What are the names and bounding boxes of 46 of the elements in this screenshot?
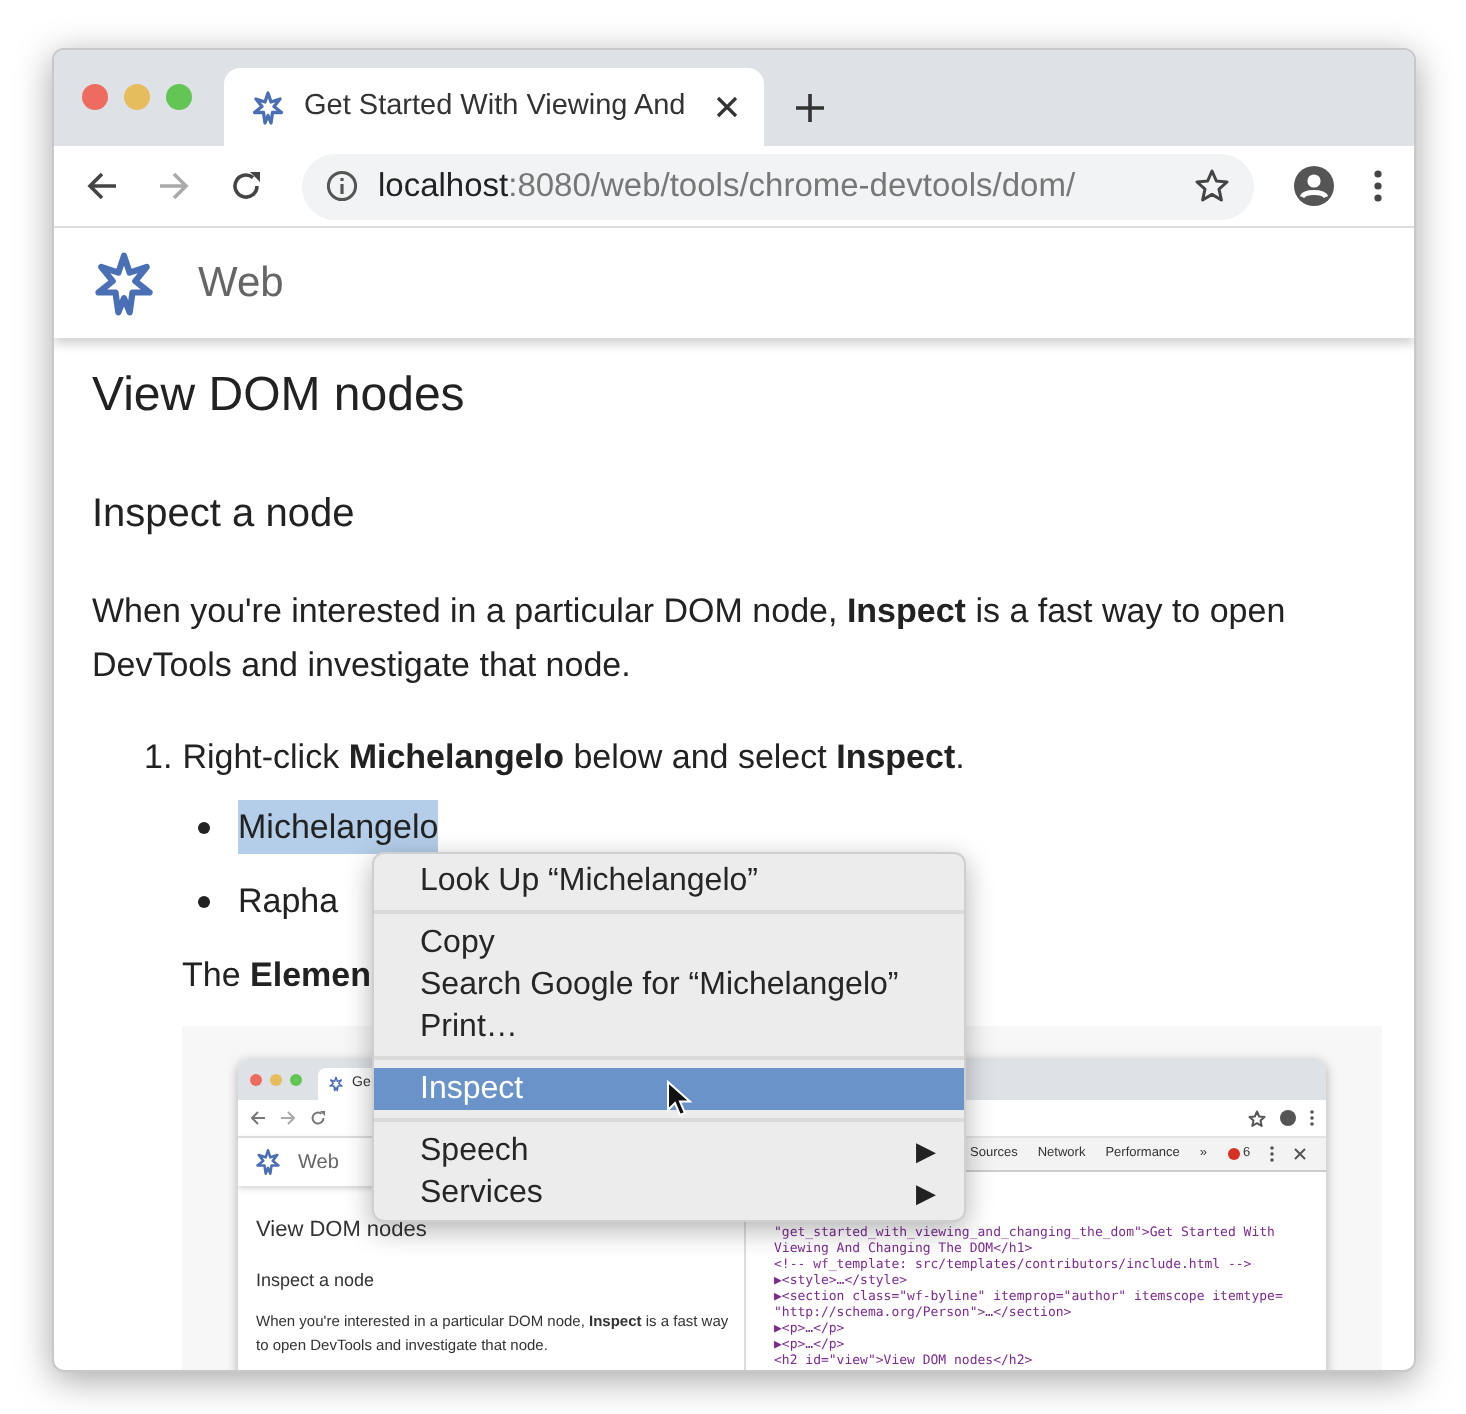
browser-tab[interactable]: Get Started With Viewing And xyxy=(224,68,764,146)
list-number: 1. xyxy=(144,736,173,780)
close-icon[interactable] xyxy=(716,96,738,118)
paragraph: The Elemen xyxy=(182,954,372,998)
url-text: localhost:8080/web/tools/chrome-devtools/dom/ xyxy=(378,165,1078,208)
list-item-text: Rapha xyxy=(238,880,339,924)
logo-icon xyxy=(328,1076,344,1092)
page-subheading: Inspect a node xyxy=(256,1267,377,1294)
close-icon[interactable] xyxy=(1294,1148,1307,1160)
menu-item[interactable]: Copy xyxy=(374,922,964,964)
info-icon[interactable] xyxy=(326,170,358,202)
page-heading: View DOM nodes xyxy=(256,1216,429,1246)
star-icon[interactable] xyxy=(1248,1109,1266,1127)
reload-icon[interactable] xyxy=(310,1110,326,1126)
page-heading: View DOM nodes xyxy=(92,366,467,426)
list-item-text: Right-click Michelangelo below and select Inspect. xyxy=(182,736,965,780)
submenu-arrow-icon: ▶ xyxy=(916,1173,936,1213)
address-bar[interactable]: localhost:8080/web/tools/chrome-devtools/dom/ xyxy=(302,153,1254,219)
logo-icon xyxy=(254,1148,282,1176)
bullet-icon xyxy=(198,895,210,907)
logo-icon xyxy=(250,89,286,125)
menu-item[interactable]: Look Up “Michelangelo” xyxy=(374,860,964,902)
cursor-icon xyxy=(666,1080,692,1118)
bullet-icon xyxy=(198,821,210,833)
menu-item[interactable]: Search Google for “Michelangelo” xyxy=(374,964,964,1006)
account-icon[interactable] xyxy=(1280,1110,1296,1126)
logo-icon xyxy=(90,249,158,317)
list-item-text: Michelangelo xyxy=(238,800,439,854)
account-icon[interactable] xyxy=(1294,166,1334,206)
submenu-arrow-icon: ▶ xyxy=(916,1131,936,1171)
reload-icon[interactable] xyxy=(230,170,262,202)
back-icon[interactable] xyxy=(86,170,118,202)
page-subheading: Inspect a node xyxy=(92,490,357,540)
menu-item[interactable]: Services ▶ xyxy=(374,1172,964,1214)
error-icon xyxy=(1227,1148,1240,1160)
menu-item[interactable]: Speech ▶ xyxy=(374,1130,964,1172)
site-title: Web xyxy=(198,257,284,310)
menu-icon[interactable] xyxy=(1270,1146,1275,1162)
menu-icon[interactable] xyxy=(1374,170,1382,202)
menu-item[interactable]: Print… xyxy=(374,1006,964,1048)
site-title: Web xyxy=(298,1149,339,1177)
tab-title: Get Started With Viewing And xyxy=(304,87,688,126)
back-icon[interactable] xyxy=(250,1110,266,1126)
paragraph: When you're interested in a particular DOM node, Inspect is a fast way to open DevTools and investigate that node. xyxy=(92,590,1288,688)
new-tab-icon[interactable] xyxy=(796,94,824,122)
star-icon[interactable] xyxy=(1194,168,1230,204)
